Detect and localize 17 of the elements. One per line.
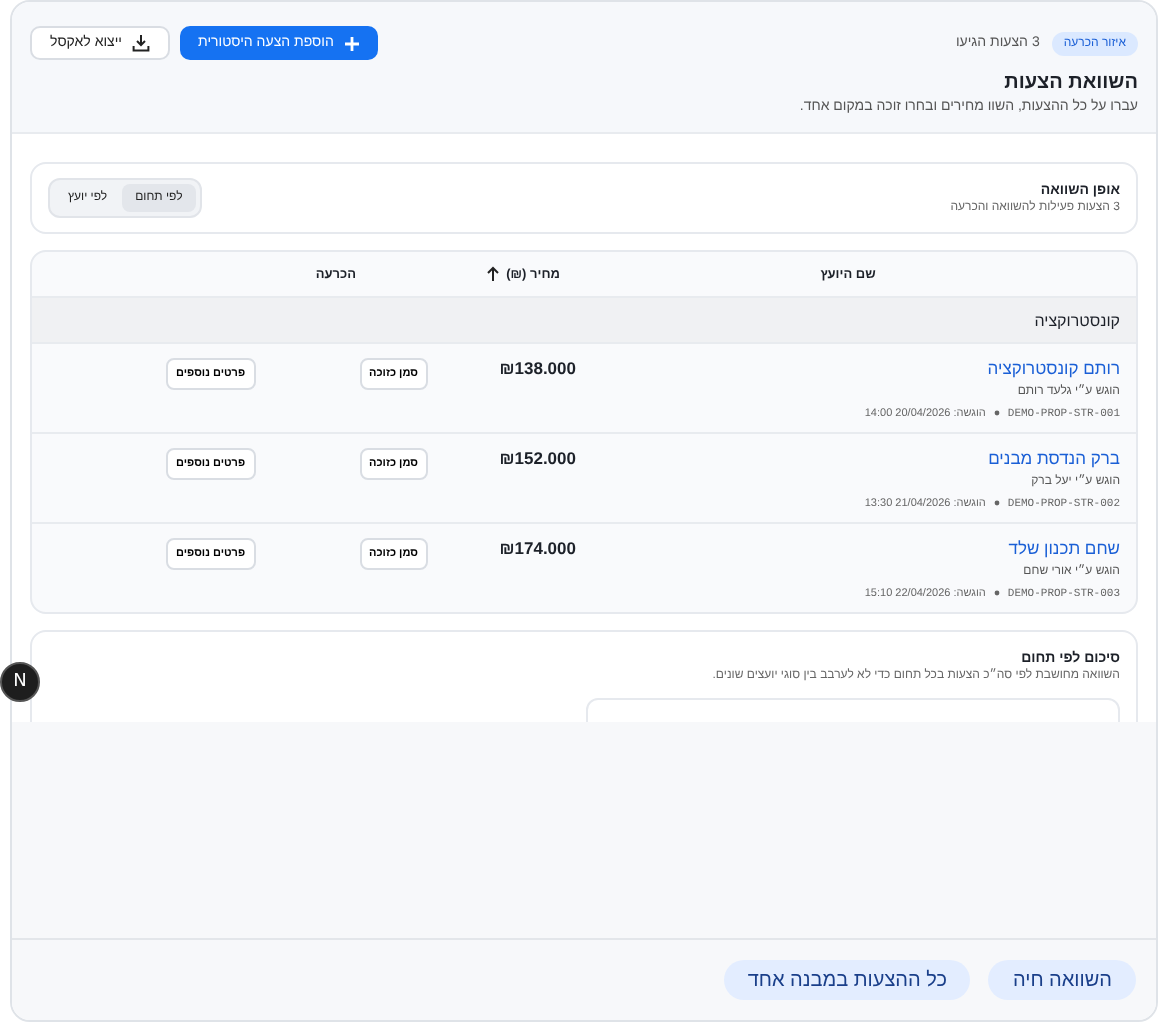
separator-dot bbox=[993, 500, 1000, 506]
group-label: קונסטרוקציה bbox=[1034, 311, 1120, 329]
price: ₪152.000 bbox=[497, 448, 576, 468]
page-title: השוואת הצעות bbox=[1002, 72, 1138, 94]
consultant-link[interactable]: שחם תכנון שלד bbox=[1008, 538, 1120, 558]
separator-dot bbox=[993, 590, 1000, 596]
separator-dot bbox=[993, 410, 1000, 416]
price: ₪174.000 bbox=[497, 538, 576, 558]
consultant-link[interactable]: ברק הנדסת מבנים bbox=[988, 448, 1120, 468]
plus-icon bbox=[343, 35, 360, 51]
download-icon bbox=[132, 34, 151, 52]
price: ₪138.000 bbox=[497, 358, 576, 378]
consultant-link[interactable]: רותם קונסטרוקציה bbox=[987, 358, 1120, 378]
view-toggle-button[interactable]: השוואה חיה bbox=[988, 960, 1136, 1000]
sort-arrow-icon bbox=[486, 266, 501, 282]
view-toggle-button[interactable]: כל ההצעות במבנה אחד bbox=[723, 960, 971, 1000]
dev-badge[interactable]: N bbox=[0, 662, 40, 702]
